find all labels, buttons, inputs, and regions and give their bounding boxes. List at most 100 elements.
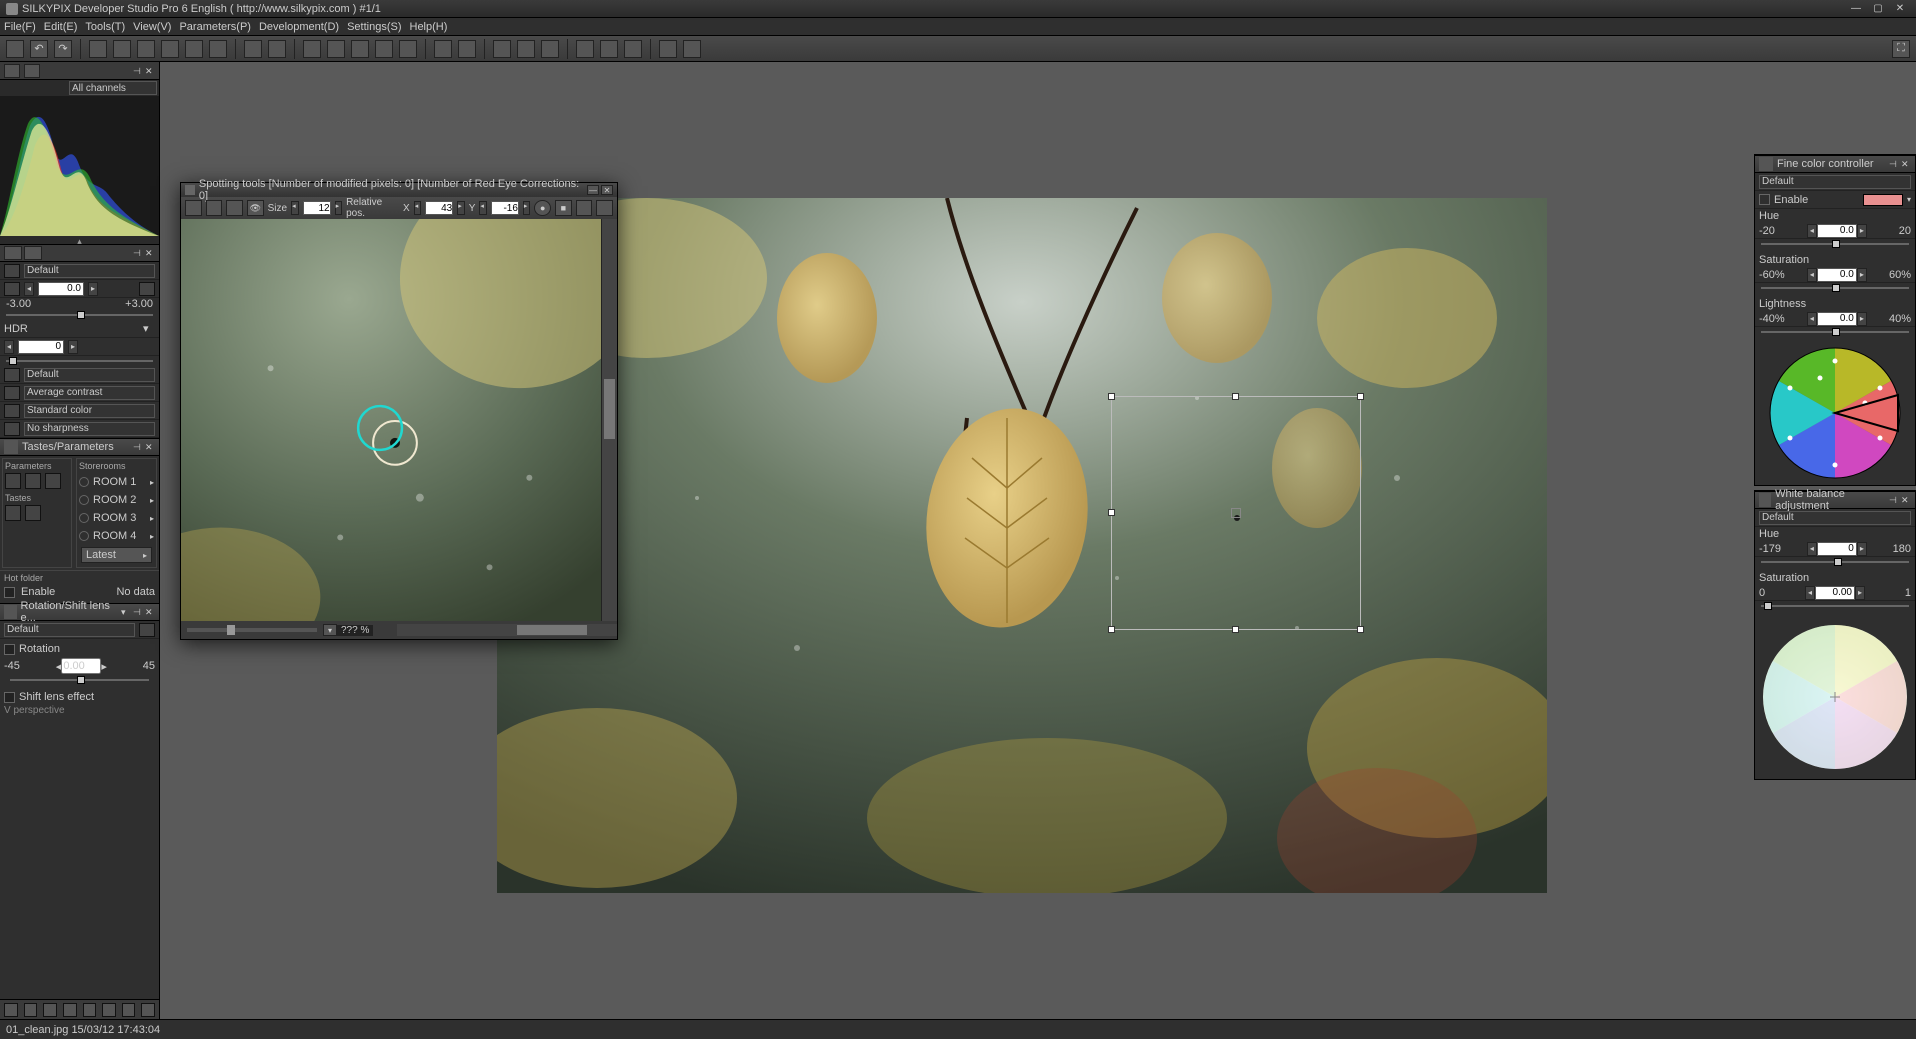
rot-increase-button[interactable]: ▸ [101,660,107,673]
redo-icon[interactable]: ↷ [54,40,72,58]
fc-sat-input[interactable] [1817,268,1857,282]
hdr-slider[interactable] [0,356,159,366]
info-tab-icon[interactable] [24,64,40,78]
wb-sat-inc-button[interactable]: ▸ [1855,586,1865,600]
panel-close-icon[interactable]: ✕ [145,442,155,452]
rot-value-input[interactable] [61,658,101,674]
fine-enable-checkbox[interactable] [1759,194,1770,205]
hdr-increase-button[interactable]: ▸ [68,340,78,354]
contrast-select[interactable]: Average contrast [24,386,155,400]
hot-enable-checkbox[interactable] [4,587,15,598]
zoom-preset-dropdown[interactable]: ▾ [323,624,337,636]
x-inc-button[interactable]: ▸ [457,201,465,215]
fc-hue-slider[interactable] [1755,243,1915,253]
spotting-preview[interactable] [181,219,601,621]
menu-help[interactable]: Help(H) [410,21,448,33]
panel-close-icon[interactable]: ✕ [1901,159,1911,169]
footer-1-icon[interactable] [4,1003,18,1017]
footer-5-icon[interactable] [83,1003,97,1017]
undo-icon[interactable]: ↶ [30,40,48,58]
fc-hue-dec-button[interactable]: ◂ [1807,224,1817,238]
spot-tool-1-icon[interactable] [185,200,202,216]
sharpness-select[interactable]: No sharpness [24,422,155,436]
wb-sat-slider[interactable] [1755,605,1915,615]
reset-icon[interactable] [139,623,155,637]
spotting-close-button[interactable]: ✕ [601,185,613,195]
size-input[interactable] [303,201,331,215]
fine-color-wheel[interactable] [1760,343,1910,483]
center-handle-icon[interactable] [1231,508,1241,518]
y-dec-button[interactable]: ◂ [479,201,487,215]
close-button[interactable]: ✕ [1890,3,1910,15]
wand-icon[interactable] [493,40,511,58]
wb-hue-inc-button[interactable]: ▸ [1857,542,1867,556]
room-1-row[interactable]: ROOM 1▸ [79,473,154,491]
adjust-tab-2-icon[interactable] [24,246,42,260]
wb-hue-dec-button[interactable]: ◂ [1807,542,1817,556]
fc-light-slider[interactable] [1755,331,1915,341]
y-inc-button[interactable]: ▸ [523,201,531,215]
taste-1-icon[interactable] [5,505,21,521]
x-input[interactable] [425,201,453,215]
menu-edit[interactable]: Edit(E) [44,21,78,33]
minimize-button[interactable]: — [1846,3,1866,15]
eyedropper-icon[interactable] [434,40,452,58]
wb-sat-dec-button[interactable]: ◂ [1805,586,1815,600]
rotate-icon[interactable] [517,40,535,58]
hdr-dropdown-icon[interactable]: ▾ [143,322,155,335]
wb-preset-select[interactable]: Default [1759,511,1911,525]
spot-tool-2-icon[interactable] [206,200,223,216]
spot-eraser-icon[interactable] [226,200,243,216]
curve-tool-icon[interactable] [624,40,642,58]
footer-4-icon[interactable] [63,1003,77,1017]
spotting-title-bar[interactable]: Spotting tools [Number of modified pixel… [181,183,617,197]
param-3-icon[interactable] [45,473,61,489]
maximize-button[interactable]: ▢ [1868,3,1888,15]
scrollbar-thumb[interactable] [604,379,615,439]
menu-tools[interactable]: Tools(T) [85,21,125,33]
panel-close-icon[interactable]: ✕ [1901,495,1911,505]
gear-icon[interactable] [244,40,262,58]
shift-checkbox[interactable] [4,692,15,703]
chevron-down-icon[interactable]: ▾ [121,607,131,617]
fc-light-inc-button[interactable]: ▸ [1857,312,1867,326]
room-3-row[interactable]: ROOM 3▸ [79,509,154,527]
wb-sat-input[interactable] [1815,586,1855,600]
fine-color-preset-select[interactable]: Default [1759,175,1911,189]
room-2-row[interactable]: ROOM 2▸ [79,491,154,509]
text-tool-icon[interactable] [600,40,618,58]
footer-8-icon[interactable] [141,1003,155,1017]
crop-selection[interactable] [1111,396,1361,630]
layout-4-icon[interactable] [161,40,179,58]
arrow-tool-icon[interactable] [576,40,594,58]
spot-shape-circle-icon[interactable]: ● [534,200,551,216]
panel-close-icon[interactable]: ✕ [145,248,155,258]
pin-icon[interactable]: ⊣ [1889,495,1899,505]
size-inc-button[interactable]: ▸ [335,201,343,215]
param-2-icon[interactable] [25,473,41,489]
rotation-checkbox[interactable] [4,644,15,655]
grid-icon[interactable] [303,40,321,58]
menu-settings[interactable]: Settings(S) [347,21,401,33]
profile-tool-icon[interactable] [659,40,677,58]
ev-decrease-button[interactable]: ◂ [24,282,34,296]
rot-slider[interactable] [4,679,155,689]
footer-3-icon[interactable] [43,1003,57,1017]
histogram-tab-icon[interactable] [4,64,20,78]
spotting-minimize-button[interactable]: — [587,185,599,195]
layout-6-icon[interactable] [209,40,227,58]
spot-extra-1-icon[interactable] [576,200,593,216]
brush-icon[interactable] [399,40,417,58]
menu-development[interactable]: Development(D) [259,21,339,33]
ev-increase-button[interactable]: ▸ [88,282,98,296]
wb-color-wheel[interactable] [1760,617,1910,777]
x-dec-button[interactable]: ◂ [414,201,422,215]
pin-icon[interactable]: ⊣ [133,442,143,452]
wb-hue-slider[interactable] [1755,561,1915,571]
footer-2-icon[interactable] [24,1003,38,1017]
scrollbar-thumb[interactable] [517,625,587,635]
measure-icon[interactable] [541,40,559,58]
latest-button[interactable]: Latest▸ [81,547,152,563]
brush-tool-icon[interactable] [6,40,24,58]
select-all-icon[interactable] [327,40,345,58]
